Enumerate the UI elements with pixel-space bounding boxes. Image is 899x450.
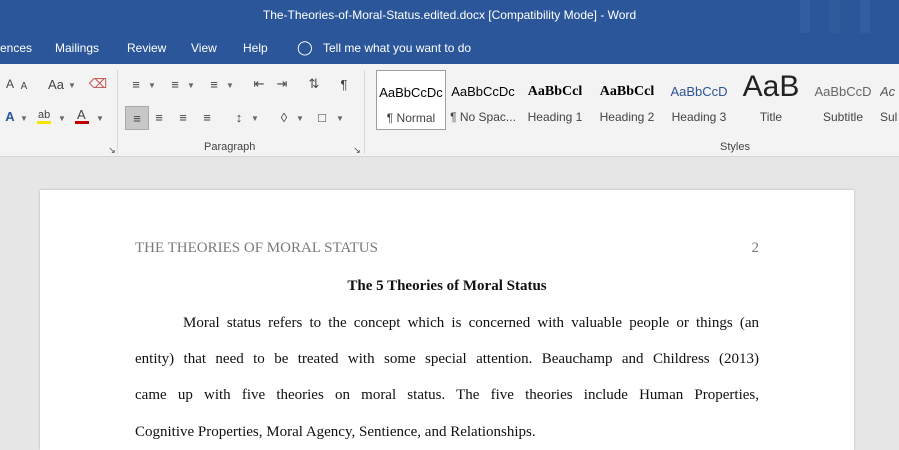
- style-title[interactable]: AaB Title: [736, 70, 806, 130]
- line-spacing-icon[interactable]: ↕: [229, 107, 249, 127]
- divider: [364, 70, 365, 154]
- text-effects-icon[interactable]: A: [0, 106, 20, 126]
- style-sample: AaBbCcDc: [379, 85, 443, 100]
- tell-me-search[interactable]: Tell me what you want to do: [323, 41, 471, 55]
- paragraph-line[interactable]: Moral status refers to the concept which…: [183, 315, 759, 332]
- style-name: ¶ Normal: [386, 111, 436, 125]
- style-name: Heading 2: [599, 110, 655, 124]
- change-case-icon[interactable]: Aa: [44, 74, 68, 94]
- svg-text:A: A: [77, 107, 86, 122]
- tab-view[interactable]: View: [191, 41, 217, 55]
- show-hide-marks-icon[interactable]: ¶: [334, 74, 354, 94]
- align-right-icon[interactable]: ≡: [173, 107, 193, 127]
- style-name: Sul: [880, 110, 898, 124]
- style-sample: AaBbCcDc: [451, 84, 515, 99]
- style-name: Subtitle: [822, 110, 864, 124]
- paragraph-group-label: Paragraph: [204, 141, 256, 153]
- tab-references[interactable]: ences: [0, 41, 32, 55]
- style-name: Heading 3: [671, 110, 727, 124]
- style-sample: AaB: [742, 70, 800, 103]
- chevron-down-icon[interactable]: ▼: [296, 114, 304, 123]
- page[interactable]: THE THEORIES OF MORAL STATUS 2 The 5 The…: [40, 190, 854, 450]
- style-name: Title: [759, 110, 783, 124]
- highlight-icon[interactable]: ab: [34, 106, 54, 126]
- style-sample: AaBbCcl: [599, 84, 655, 99]
- shading-icon[interactable]: ◊: [274, 107, 294, 127]
- document-title[interactable]: The 5 Theories of Moral Status: [40, 278, 854, 295]
- align-center-icon[interactable]: ≡: [149, 107, 169, 127]
- style-subtle[interactable]: Ac Sul: [880, 70, 899, 130]
- chevron-down-icon[interactable]: ▼: [148, 81, 156, 90]
- page-number[interactable]: 2: [752, 240, 760, 257]
- style-heading-2[interactable]: AaBbCcl Heading 2: [592, 70, 662, 130]
- bullets-icon[interactable]: ≡: [126, 74, 146, 94]
- window-title: The-Theories-of-Moral-Status.edited.docx…: [262, 8, 637, 22]
- tab-review[interactable]: Review: [127, 41, 166, 55]
- sort-icon[interactable]: ⇅: [304, 74, 324, 94]
- decrease-indent-icon[interactable]: ⇤: [249, 74, 269, 94]
- ribbon-tabs: ences Mailings Review View Help ◯ Tell m…: [0, 33, 899, 64]
- style-normal[interactable]: AaBbCcDc ¶ Normal: [376, 70, 446, 130]
- multilevel-list-icon[interactable]: ≡: [204, 74, 224, 94]
- align-left-icon[interactable]: ≡: [125, 106, 149, 130]
- title-bar: The-Theories-of-Moral-Status.edited.docx…: [0, 0, 899, 33]
- style-name: Heading 1: [527, 110, 583, 124]
- divider: [117, 70, 118, 154]
- justify-icon[interactable]: ≡: [197, 107, 217, 127]
- style-sample: Ac: [880, 84, 896, 99]
- style-sample: AaBbCcD: [814, 84, 872, 99]
- style-subtitle[interactable]: AaBbCcD Subtitle: [808, 70, 878, 130]
- paragraph-line[interactable]: entity) that need to be treated with som…: [135, 351, 759, 368]
- style-name: ¶ No Spac...: [450, 110, 516, 124]
- style-sample: AaBbCcD: [670, 84, 728, 99]
- style-heading-3[interactable]: AaBbCcD Heading 3: [664, 70, 734, 130]
- chevron-down-icon[interactable]: ▼: [58, 114, 66, 123]
- style-sample: AaBbCcl: [527, 84, 583, 99]
- increase-indent-icon[interactable]: ⇥: [272, 74, 292, 94]
- styles-gallery: AaBbCcDc ¶ Normal AaBbCcDc ¶ No Spac... …: [374, 70, 899, 132]
- chevron-down-icon[interactable]: ▼: [336, 114, 344, 123]
- numbering-icon[interactable]: ≡: [165, 74, 185, 94]
- tab-mailings[interactable]: Mailings: [55, 41, 99, 55]
- ribbon: A A Aa ▼ ⌫ A ▼ ab ▼ A ▼ ↘ ≡ ▼ ≡ ▼ ≡ ▼ ⇤ …: [0, 64, 899, 157]
- paragraph-line[interactable]: Cognitive Properties, Moral Agency, Sent…: [135, 424, 759, 441]
- font-color-icon[interactable]: A: [72, 106, 92, 126]
- chevron-down-icon[interactable]: ▼: [226, 81, 234, 90]
- borders-icon[interactable]: □: [312, 107, 332, 127]
- chevron-down-icon[interactable]: ▼: [20, 114, 28, 123]
- chevron-down-icon[interactable]: ▼: [187, 81, 195, 90]
- running-head[interactable]: THE THEORIES OF MORAL STATUS: [135, 240, 378, 257]
- chevron-down-icon[interactable]: ▼: [68, 81, 76, 90]
- svg-text:ab: ab: [38, 109, 50, 121]
- document-area: THE THEORIES OF MORAL STATUS 2 The 5 The…: [0, 157, 899, 450]
- lightbulb-icon: ◯: [297, 39, 313, 55]
- paragraph-line[interactable]: came up with five theories on moral stat…: [135, 387, 759, 404]
- tab-help[interactable]: Help: [243, 41, 268, 55]
- styles-group-label: Styles: [720, 141, 750, 153]
- style-no-spacing[interactable]: AaBbCcDc ¶ No Spac...: [448, 70, 518, 130]
- clear-formatting-icon[interactable]: ⌫: [88, 74, 108, 94]
- style-heading-1[interactable]: AaBbCcl Heading 1: [520, 70, 590, 130]
- chevron-down-icon[interactable]: ▼: [251, 114, 259, 123]
- shrink-font-icon[interactable]: A: [14, 76, 34, 96]
- chevron-down-icon[interactable]: ▼: [96, 114, 104, 123]
